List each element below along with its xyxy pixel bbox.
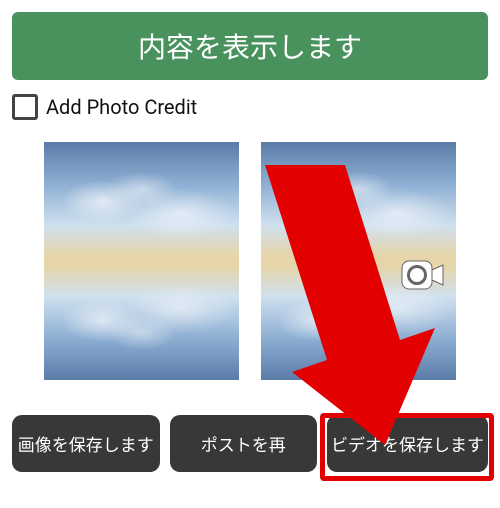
media-thumbnails bbox=[12, 142, 488, 380]
repost-button[interactable]: ポストを再 bbox=[170, 415, 318, 472]
show-content-button[interactable]: 内容を表示します bbox=[12, 12, 488, 80]
image-thumbnail[interactable] bbox=[44, 142, 239, 380]
save-image-button[interactable]: 画像を保存します bbox=[12, 415, 160, 472]
photo-credit-row: Add Photo Credit bbox=[12, 94, 488, 120]
photo-credit-label: Add Photo Credit bbox=[46, 95, 197, 119]
action-button-row: 画像を保存します ポストを再 ビデオを保存します bbox=[12, 415, 488, 472]
video-camera-icon bbox=[400, 255, 446, 295]
photo-credit-checkbox[interactable] bbox=[12, 94, 38, 120]
video-thumbnail[interactable] bbox=[261, 142, 456, 380]
save-video-button[interactable]: ビデオを保存します bbox=[327, 415, 488, 472]
